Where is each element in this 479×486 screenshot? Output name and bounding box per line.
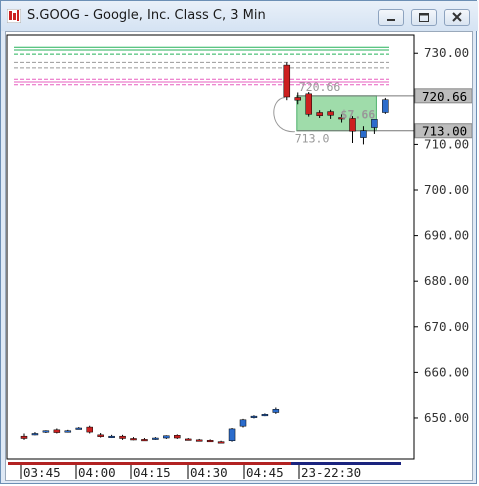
close-icon xyxy=(452,12,462,22)
candle-body xyxy=(20,435,28,439)
time-label: 03:45 xyxy=(23,465,61,480)
measure-ellipse xyxy=(273,96,295,133)
candle-body xyxy=(31,433,39,436)
time-label: 04:45 xyxy=(246,465,284,480)
time-label: 23-22:30 xyxy=(301,465,361,480)
price-tick-label: 670.00 xyxy=(424,319,469,334)
box-delta-label: $7.66 xyxy=(341,107,376,121)
price-axis: 730.00720.00710.00700.00690.00680.00670.… xyxy=(414,45,472,425)
price-tag-label: 713.00 xyxy=(422,124,467,139)
minimize-button[interactable] xyxy=(378,9,404,26)
candle-body xyxy=(152,437,159,440)
candle-body xyxy=(228,428,236,442)
candle-body xyxy=(42,430,50,433)
window-title: S.GOOG - Google, Inc. Class C, 3 Min xyxy=(27,8,266,23)
candle-body xyxy=(305,93,312,115)
price-tag-label: 720.66 xyxy=(422,89,467,104)
time-label: 04:00 xyxy=(78,465,116,480)
candle-body xyxy=(206,440,214,443)
price-tick-label: 660.00 xyxy=(424,364,469,379)
candle-body xyxy=(217,441,225,444)
close-button[interactable] xyxy=(444,9,470,26)
candle-body xyxy=(294,97,301,101)
title-bar[interactable]: S.GOOG - Google, Inc. Class C, 3 Min xyxy=(1,1,478,31)
candle-body xyxy=(53,429,61,433)
time-label: 04:15 xyxy=(133,465,171,480)
price-tick-label: 680.00 xyxy=(424,273,469,288)
candle-body xyxy=(185,438,192,441)
time-label: 04:30 xyxy=(190,465,228,480)
candle-body xyxy=(261,414,269,417)
maximize-button[interactable] xyxy=(411,9,437,26)
candle-body xyxy=(382,99,389,113)
candle-body xyxy=(174,435,181,439)
candle-body xyxy=(97,434,104,437)
minimize-icon xyxy=(387,19,395,21)
candle-body xyxy=(86,426,93,433)
candle-body xyxy=(283,64,291,98)
candle-body xyxy=(64,430,72,433)
price-tick-label: 730.00 xyxy=(424,45,469,60)
candle-body xyxy=(141,439,148,442)
candlestick-chart[interactable]: 720.66713.0$7.66 730.00720.00710.00700.0… xyxy=(6,32,472,480)
price-tick-label: 690.00 xyxy=(424,228,469,243)
candle-body xyxy=(316,112,323,116)
lower-ghost-label: 713.0 xyxy=(295,132,330,146)
candle-body xyxy=(250,415,258,418)
chart-area[interactable]: 720.66713.0$7.66 730.00720.00710.00700.0… xyxy=(5,31,473,481)
candle-body xyxy=(130,438,137,441)
candle-body xyxy=(272,409,280,413)
candle-body xyxy=(239,419,247,427)
maximize-icon xyxy=(419,13,429,22)
candle-body xyxy=(119,435,126,439)
chart-window: S.GOOG - Google, Inc. Class C, 3 Min 720… xyxy=(0,0,478,484)
upper-ghost-label: 720.66 xyxy=(299,80,341,94)
time-axis: 03:45 04:00 04:15 04:30 04:45 23-22:30 xyxy=(8,462,401,480)
candle-body xyxy=(360,130,367,138)
candle-body xyxy=(75,427,82,430)
price-tick-label: 650.00 xyxy=(424,410,469,425)
candle-body xyxy=(327,111,334,116)
app-chart-icon xyxy=(7,9,21,23)
candle-body xyxy=(108,435,115,438)
price-tick-label: 700.00 xyxy=(424,182,469,197)
candle-body xyxy=(195,439,203,442)
candle-body xyxy=(163,435,170,439)
